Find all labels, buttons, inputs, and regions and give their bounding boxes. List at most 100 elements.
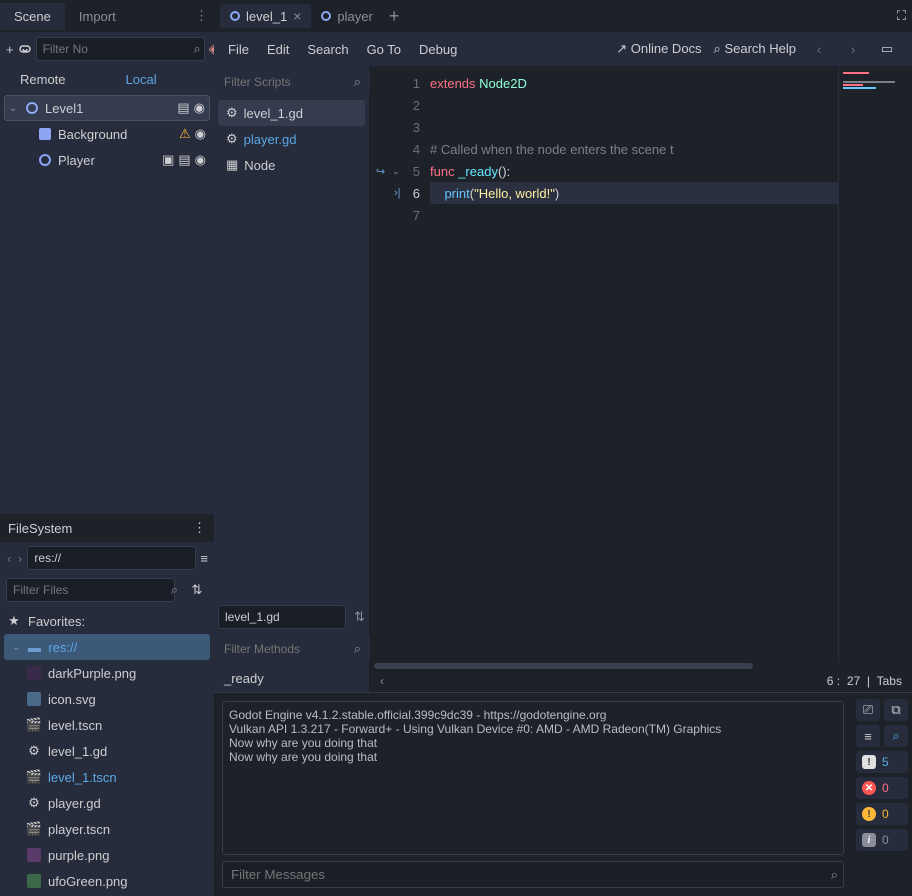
link-icon[interactable] [18,38,32,60]
search-icon[interactable]: ⌕ [354,74,361,90]
visibility-icon[interactable]: ◉ [194,100,205,116]
warnings-count[interactable]: ! 0 [856,803,908,825]
script-icon[interactable]: ▤ [178,152,190,168]
gutter-line[interactable]: 4 [370,138,430,160]
file-label: player.tscn [48,822,110,837]
menu-file[interactable]: File [228,42,249,57]
filesystem-title: FileSystem [8,521,72,536]
search-output-icon[interactable]: ⌕ [884,725,908,747]
nav-forward-icon[interactable]: › [842,38,864,60]
code-line[interactable]: func _ready(): [430,160,838,182]
visibility-icon[interactable]: ◉ [195,152,206,168]
gutter-line[interactable]: 2 [370,94,430,116]
info-count[interactable]: i 0 [856,829,908,851]
script-label: level_1.gd [244,106,303,121]
search-icon[interactable]: ⌕ [193,41,200,57]
scene-instance-icon[interactable]: ▣ [162,152,174,168]
gutter-line[interactable]: ›|6 [370,182,430,204]
file-row[interactable]: icon.svg [0,686,214,712]
code-line[interactable]: extends Node2D [430,72,838,94]
output-panel: Godot Engine v4.1.2.stable.official.399c… [214,692,912,896]
caret-icon[interactable]: ⌄ [9,103,19,114]
current-script-input[interactable] [218,605,346,629]
menu-debug[interactable]: Debug [419,42,457,57]
script-item-node-doc[interactable]: ▦ Node [218,152,365,178]
output-filter-input[interactable] [222,861,844,888]
online-docs-button[interactable]: ↗ Online Docs [616,41,701,57]
method-ready[interactable]: _ready [224,671,359,686]
file-row[interactable]: 🎬player.tscn [0,816,214,842]
dots-icon[interactable]: ⋮ [195,8,208,24]
menu-search[interactable]: Search [307,42,348,57]
scene-node-level1[interactable]: ⌄ Level1 ▤ ◉ [4,95,210,121]
copy-output-icon[interactable]: ⧉ [884,699,908,721]
editor-tab-player[interactable]: player [311,5,382,28]
visibility-icon[interactable]: ◉ [195,126,206,142]
search-help-button[interactable]: ⌕ Search Help [714,41,796,57]
scene-node-player[interactable]: Player ▣ ▤ ◉ [4,147,210,173]
expand-icon[interactable]: ⛶ [897,8,906,24]
nav-back-icon[interactable]: ‹ [6,547,13,569]
local-label[interactable]: Local [126,72,157,87]
code-line[interactable]: # Called when the node enters the scene … [430,138,838,160]
code-line[interactable]: print("Hello, world!") [430,182,838,204]
nav-back-icon[interactable]: ‹ [808,38,830,60]
scene-node-background[interactable]: Background ⚠ ◉ [4,121,210,147]
file-row[interactable]: ⚙player.gd [0,790,214,816]
dots-icon[interactable]: ⋮ [193,520,206,536]
file-row[interactable]: ufoGreen.png [0,868,214,894]
horizontal-scrollbar[interactable] [370,662,912,670]
path-input[interactable] [27,546,196,570]
code-line[interactable] [430,204,838,226]
window-icon[interactable]: ▭ [876,38,898,60]
split-view-icon[interactable]: ≡ [200,547,208,569]
line-gutter[interactable]: 1234⌄↪5›|67 [370,66,430,662]
file-row[interactable]: 🎬level.tscn [0,712,214,738]
panel-toggle-icon[interactable]: ‹ [380,674,384,688]
clear-output-icon[interactable]: ⎚ [856,699,880,721]
gutter-line[interactable]: 1 [370,72,430,94]
collapse-output-icon[interactable]: ≡ [856,725,880,747]
sort-icon[interactable]: ⇅ [354,609,365,625]
gutter-line[interactable]: 7 [370,204,430,226]
menu-goto[interactable]: Go To [367,42,401,57]
file-row[interactable]: darkPurple.png [0,660,214,686]
add-tab-icon[interactable]: + [389,6,400,27]
search-icon[interactable]: ⌕ [831,867,838,883]
favorites-row[interactable]: ★ Favorites: [0,608,214,634]
scene-filter-input[interactable] [36,37,205,61]
cursor-position[interactable]: 6 : 27 | Tabs [827,674,902,688]
messages-count[interactable]: ! 5 [856,751,908,773]
script-icon[interactable]: ▤ [177,100,189,116]
code-line[interactable] [430,94,838,116]
search-icon[interactable]: ⌕ [171,582,178,598]
code-line[interactable] [430,116,838,138]
warning-icon[interactable]: ⚠ [179,126,191,142]
menu-edit[interactable]: Edit [267,42,289,57]
folder-root[interactable]: ⌄ ▬ res:// [4,634,210,660]
editor-tab-level1[interactable]: level_1 × [220,4,311,28]
script-item-player[interactable]: ⚙ player.gd [218,126,365,152]
add-node-icon[interactable]: + [6,38,14,60]
close-icon[interactable]: × [293,8,301,24]
script-item-level1[interactable]: ⚙ level_1.gd [218,100,365,126]
errors-count[interactable]: ✕ 0 [856,777,908,799]
caret-icon[interactable]: ⌄ [12,642,20,653]
file-label: purple.png [48,848,109,863]
output-log[interactable]: Godot Engine v4.1.2.stable.official.399c… [222,701,844,855]
nav-forward-icon[interactable]: › [17,547,24,569]
gutter-line[interactable]: 3 [370,116,430,138]
file-row[interactable]: purple.png [0,842,214,868]
file-row[interactable]: 🎬level_1.tscn [0,764,214,790]
remote-label[interactable]: Remote [20,72,66,87]
filesystem-filter-input[interactable] [6,578,175,602]
search-icon[interactable]: ⌕ [354,641,361,657]
tab-scene[interactable]: Scene [0,3,65,30]
minimap[interactable] [838,66,912,662]
file-row[interactable]: ⚙level_1.gd [0,738,214,764]
fold-icon[interactable]: ⌄ [392,166,400,177]
code-editor[interactable]: 1234⌄↪5›|67 extends Node2D # Called when … [370,66,912,692]
sort-icon[interactable]: ⇅ [186,579,208,601]
tab-import[interactable]: Import [65,3,130,30]
gutter-line[interactable]: ⌄↪5 [370,160,430,182]
